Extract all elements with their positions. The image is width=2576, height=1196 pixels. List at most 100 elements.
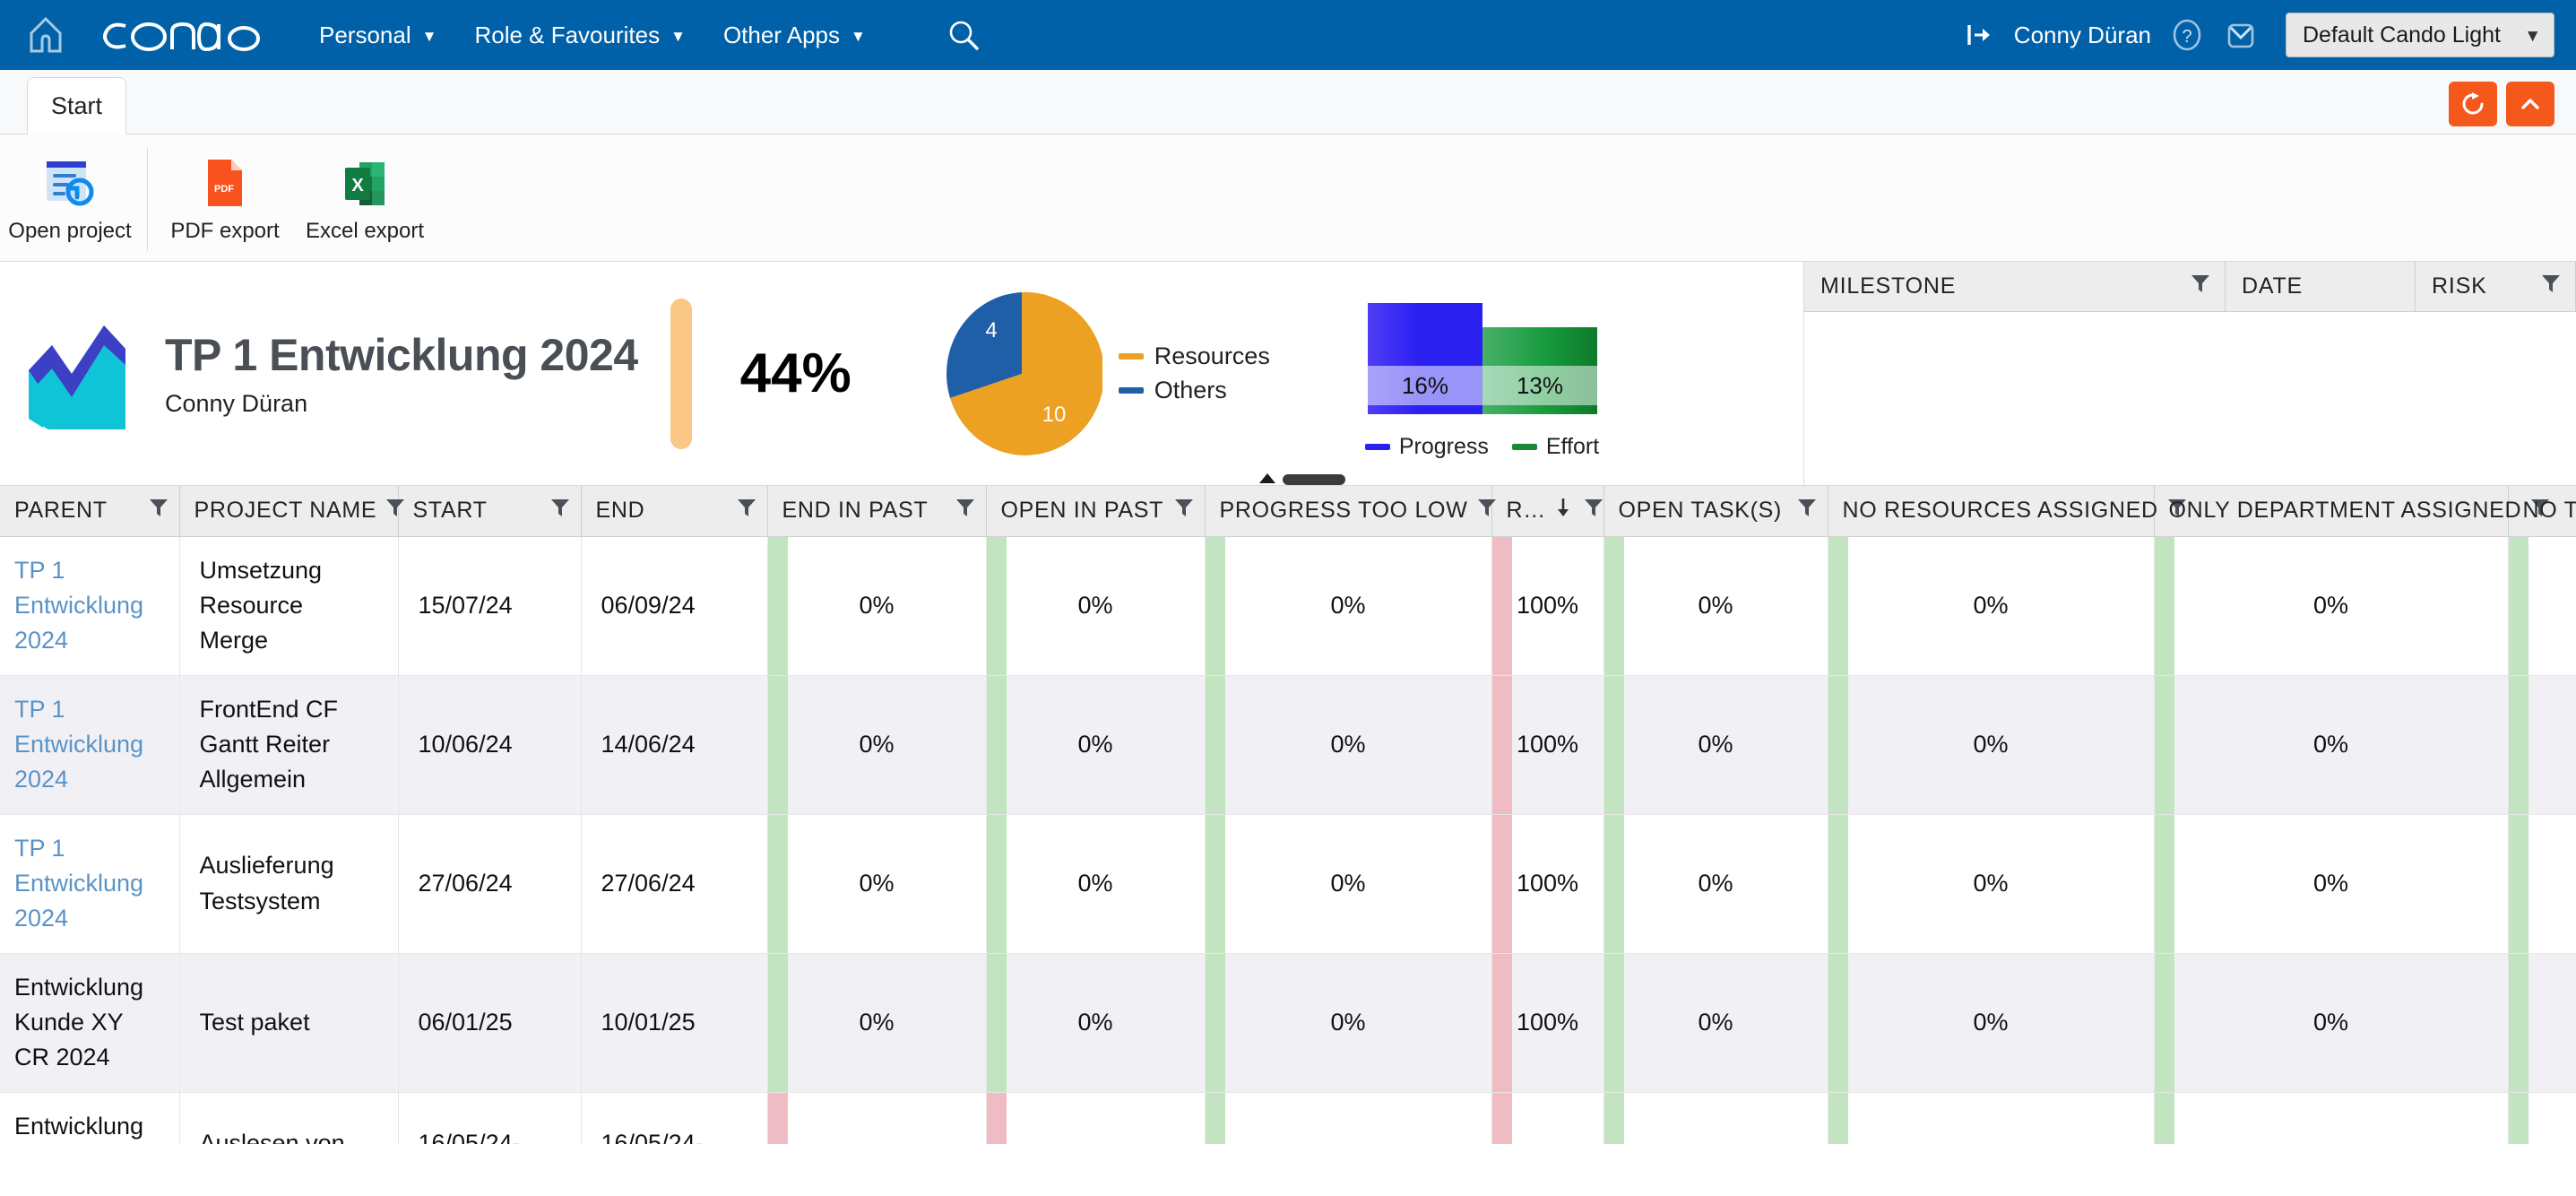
collapse-ribbon-button[interactable] xyxy=(2506,82,2554,126)
menu-personal[interactable]: Personal ▼ xyxy=(319,22,437,49)
resources-pie-chart: 4 10 Resources Others xyxy=(941,290,1270,457)
column-header-icons xyxy=(1553,496,1605,525)
menu-role-favourites[interactable]: Role & Favourites ▼ xyxy=(474,22,685,49)
pdf-icon: PDF xyxy=(203,156,247,212)
search-icon[interactable] xyxy=(947,18,981,52)
legend-label-others: Others xyxy=(1154,376,1227,403)
filter-icon[interactable] xyxy=(1795,496,1819,525)
filter-icon[interactable] xyxy=(2539,272,2563,301)
pdf-export-button[interactable]: PDF PDF export xyxy=(155,147,295,244)
accent-bar xyxy=(670,298,692,449)
filter-icon[interactable] xyxy=(549,496,572,525)
milestone-column-risk-label: RISK xyxy=(2432,273,2487,299)
menu-other-apps[interactable]: Other Apps ▼ xyxy=(723,22,866,49)
cell-risk: 100% xyxy=(1491,1092,1604,1144)
column-header-end[interactable]: END xyxy=(581,486,768,537)
column-header-label: PROGRESS TOO LOW xyxy=(1219,498,1468,524)
milestone-column-milestone[interactable]: MILESTONE xyxy=(1804,262,2226,311)
filter-icon[interactable] xyxy=(735,496,758,525)
column-header-only-department-assigned[interactable]: ONLY DEPARTMENT ASSIGNED xyxy=(2154,486,2550,537)
column-header-label: ONLY DEPARTMENT ASSIGNED xyxy=(2168,498,2522,524)
column-header-project-name[interactable]: PROJECT NAME xyxy=(179,486,405,537)
bar-label-effort: 13% xyxy=(1516,372,1562,399)
column-header-label: PARENT xyxy=(14,498,108,524)
cell-end-in-past: 0% xyxy=(767,536,987,676)
cell-end-in-past: 0% xyxy=(767,953,987,1093)
dashboard-scroll-indicator[interactable] xyxy=(1259,473,1345,485)
tab-strip: Start xyxy=(0,70,2576,134)
filter-icon[interactable] xyxy=(384,496,407,525)
home-icon[interactable] xyxy=(25,14,66,56)
theme-select[interactable]: Default Cando Light ▼ xyxy=(2286,13,2554,57)
legend-item-effort: Effort xyxy=(1511,434,1599,460)
projects-table-container[interactable]: PARENT PROJECT NAME START END END IN PAST OPE… xyxy=(0,486,2576,1144)
filter-icon[interactable] xyxy=(954,496,977,525)
help-icon[interactable]: ? xyxy=(2169,17,2205,53)
project-chart-logo xyxy=(22,318,133,429)
excel-export-button[interactable]: X Excel export xyxy=(295,147,435,244)
filter-icon[interactable] xyxy=(1475,496,1499,525)
completion-percent: 44% xyxy=(739,342,851,404)
column-header-icons xyxy=(147,496,170,525)
parent-project-link[interactable]: TP 1 Entwicklung 2024 xyxy=(14,557,143,654)
table-row[interactable]: Entwicklung Kunde XY CR 2024 Auslesen von… xyxy=(0,1092,2576,1144)
cell-only-department-assigned: 0% xyxy=(2154,814,2509,954)
dashboard-widgets: TP 1 Entwicklung 2024 Conny Düran 44% 4 … xyxy=(0,262,1803,485)
open-project-icon xyxy=(41,156,99,212)
cell-risk: 100% xyxy=(1491,536,1604,676)
cell-open-tasks: 0% xyxy=(1604,814,1828,954)
user-name[interactable]: Conny Düran xyxy=(2014,22,2151,49)
scroll-up-arrow-icon[interactable] xyxy=(1259,473,1275,483)
column-header-r[interactable]: R… xyxy=(1491,486,1605,537)
tab-start-label: Start xyxy=(51,91,103,119)
cell-progress-too-low: 0% xyxy=(1205,1092,1492,1144)
cell-open-tasks: 0% xyxy=(1604,536,1828,676)
column-header-label: NO RESOURCES ASSIGNED xyxy=(1842,498,2158,524)
legend-swatch-progress xyxy=(1364,444,1390,450)
column-header-parent[interactable]: PARENT xyxy=(0,486,180,537)
cell-no-time xyxy=(2508,1092,2576,1144)
filter-icon[interactable] xyxy=(2189,272,2212,301)
cando-logo[interactable] xyxy=(93,12,272,58)
parent-project-link[interactable]: TP 1 Entwicklung 2024 xyxy=(14,696,143,793)
cell-risk: 100% xyxy=(1491,953,1604,1093)
project-heading: TP 1 Entwicklung 2024 Conny Düran xyxy=(165,329,638,418)
legend-swatch-others xyxy=(1118,386,1144,394)
table-row[interactable]: TP 1 Entwicklung 2024 Umsetzung Resource … xyxy=(0,536,2576,676)
cell-project-name: Umsetzung Resource Merge xyxy=(179,536,399,676)
milestone-column-date[interactable]: DATE xyxy=(2226,262,2416,311)
refresh-button[interactable] xyxy=(2449,82,2497,126)
open-project-button[interactable]: Open project xyxy=(0,147,140,244)
cell-no-resources-assigned: 0% xyxy=(1828,675,2155,815)
cell-open-in-past: 100% xyxy=(986,1092,1206,1144)
sort-descending-icon[interactable] xyxy=(1553,496,1573,525)
legend-item-resources: Resources xyxy=(1118,340,1270,374)
milestone-column-risk[interactable]: RISK xyxy=(2416,262,2576,311)
cell-start-date: 10/06/24 xyxy=(398,675,582,815)
cell-end-in-past: 0% xyxy=(767,675,987,815)
column-header-end-in-past[interactable]: END IN PAST xyxy=(767,486,987,537)
filter-icon[interactable] xyxy=(1582,496,1605,525)
svg-text:X: X xyxy=(351,176,364,195)
column-header-progress-too-low[interactable]: PROGRESS TOO LOW xyxy=(1205,486,1496,537)
logout-icon[interactable] xyxy=(1964,20,1994,50)
table-row[interactable]: Entwicklung Kunde XY CR 2024 Test paket 06… xyxy=(0,953,2576,1093)
horizontal-scroll-thumb[interactable] xyxy=(1283,474,1345,485)
table-row[interactable]: TP 1 Entwicklung 2024 FrontEnd CF Gantt R… xyxy=(0,675,2576,815)
menu-role-favourites-label: Role & Favourites xyxy=(474,21,661,48)
filter-icon[interactable] xyxy=(1172,496,1196,525)
theme-select-value: Default Cando Light xyxy=(2303,22,2501,48)
chevron-down-icon: ▼ xyxy=(421,27,437,45)
cell-no-time xyxy=(2508,536,2576,676)
cell-no-time xyxy=(2508,953,2576,1093)
tab-start[interactable]: Start xyxy=(27,77,127,134)
filter-icon[interactable] xyxy=(147,496,170,525)
column-header-open-in-past[interactable]: OPEN IN PAST xyxy=(986,486,1206,537)
column-header-no-resources-assigned[interactable]: NO RESOURCES ASSIGNED xyxy=(1828,486,2186,537)
column-header-open-task-s[interactable]: OPEN TASK(S) xyxy=(1604,486,1828,537)
mail-icon[interactable] xyxy=(2223,17,2259,53)
parent-project-link[interactable]: TP 1 Entwicklung 2024 xyxy=(14,835,143,932)
svg-text:PDF: PDF xyxy=(214,184,234,195)
column-header-start[interactable]: START xyxy=(398,486,582,537)
table-row[interactable]: TP 1 Entwicklung 2024 Auslieferung Testsy… xyxy=(0,814,2576,954)
